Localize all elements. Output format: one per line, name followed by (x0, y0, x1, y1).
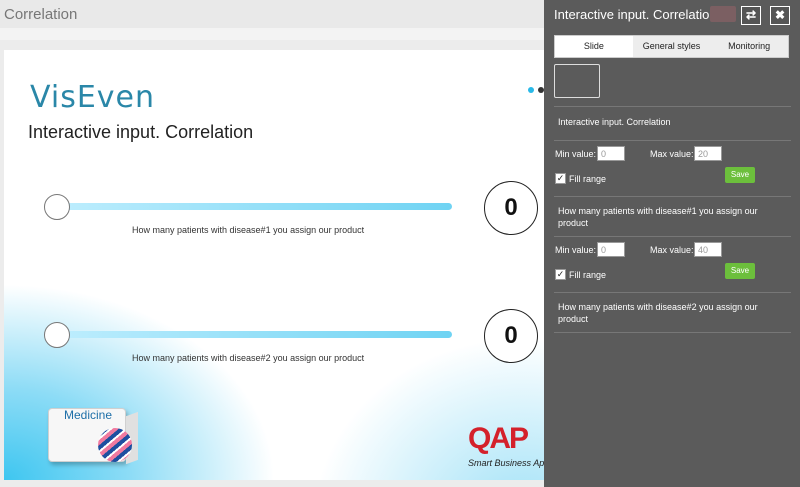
divider (554, 332, 791, 333)
swap-icon[interactable]: ⇄ (741, 6, 761, 25)
min-value-label-1: Min value: (555, 149, 597, 159)
nav-dot-active[interactable] (528, 87, 534, 93)
qap-logo: QAP (468, 422, 529, 455)
divider (554, 236, 791, 237)
save-button-1[interactable]: Save (725, 167, 755, 183)
qap-tagline: Smart Business Ap (468, 458, 545, 468)
divider (554, 106, 791, 107)
tab-general-styles[interactable]: General styles (632, 36, 711, 57)
max-value-input-1[interactable] (694, 146, 722, 161)
slider-track-2[interactable] (50, 331, 452, 338)
divider (554, 292, 791, 293)
slider-handle-1[interactable] (44, 194, 70, 220)
panel-section-title: Interactive input. Correlation (558, 117, 671, 127)
viseven-logo: VisEven (30, 80, 156, 115)
max-value-label-1: Max value: (650, 149, 694, 159)
medicine-box-graphic (98, 428, 132, 462)
panel-title: Interactive input. Correlatio... (554, 7, 721, 22)
slide-title: Interactive input. Correlation (28, 122, 254, 142)
toolbar-strip (0, 28, 544, 40)
slider-value-1: 0 (484, 181, 538, 235)
slider-handle-2[interactable] (44, 322, 70, 348)
slide-canvas: VisEven Interactive input. Correlation H… (4, 50, 564, 480)
slider-track-1[interactable] (50, 203, 452, 210)
divider (554, 140, 791, 141)
group-question-2: How many patients with disease#2 you ass… (558, 302, 758, 324)
medicine-box-image: Medicine (48, 404, 138, 465)
fill-range-label-2: Fill range (569, 270, 607, 280)
tab-slide[interactable]: Slide (555, 36, 633, 57)
max-value-input-2[interactable] (694, 242, 722, 257)
slide-thumbnail[interactable] (554, 64, 600, 98)
min-value-input-1[interactable] (597, 146, 625, 161)
divider (554, 196, 791, 197)
panel-header: Interactive input. Correlatio... ⇄ ✖ (544, 0, 800, 30)
save-button-2[interactable]: Save (725, 263, 755, 279)
window-title: Correlation (4, 6, 78, 23)
slider-value-2: 0 (484, 309, 538, 363)
tab-monitoring[interactable]: Monitoring (710, 36, 789, 57)
close-icon[interactable]: ✖ (770, 6, 790, 25)
fill-range-checkbox-2[interactable]: ✓ (555, 269, 566, 280)
fill-range-label-1: Fill range (569, 174, 607, 184)
min-value-label-2: Min value: (555, 245, 597, 255)
settings-panel: Interactive input. Correlatio... ⇄ ✖ Sli… (544, 0, 800, 487)
medicine-box-label: Medicine (64, 408, 113, 422)
group-question-1: How many patients with disease#1 you ass… (558, 206, 758, 228)
panel-tabs: Slide General styles Monitoring (554, 35, 789, 58)
fill-range-checkbox-1[interactable]: ✓ (555, 173, 566, 184)
max-value-label-2: Max value: (650, 245, 694, 255)
panel-header-ghost (710, 6, 736, 22)
slider-question-2: How many patients with disease#2 you ass… (132, 353, 365, 363)
min-value-input-2[interactable] (597, 242, 625, 257)
slider-question-1: How many patients with disease#1 you ass… (132, 225, 365, 235)
window-titlebar: Correlation (0, 0, 544, 28)
